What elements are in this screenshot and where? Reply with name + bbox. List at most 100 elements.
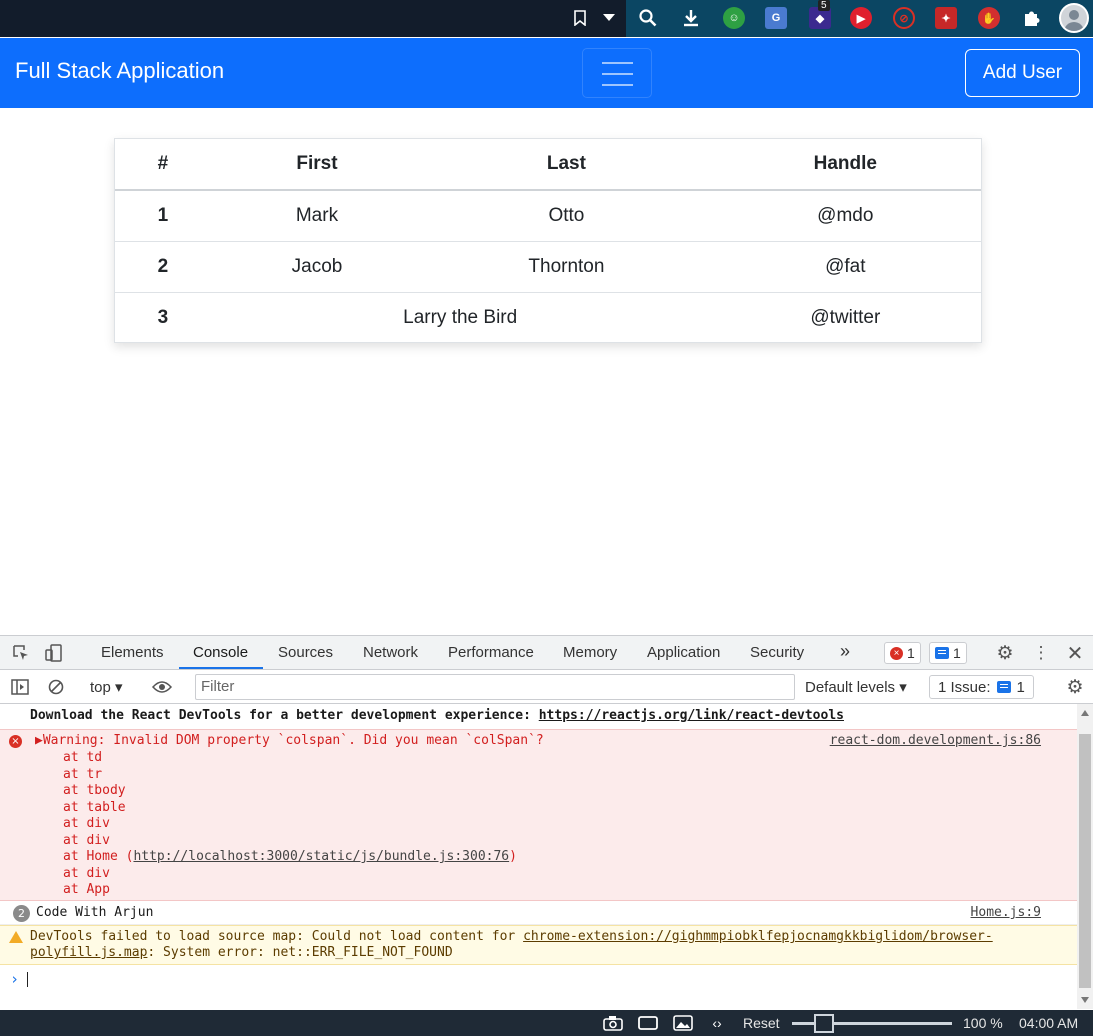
puzzle-icon[interactable] <box>1019 5 1045 31</box>
address-bar-area <box>0 0 626 37</box>
cell-handle: @fat <box>825 255 866 277</box>
dropdown-arrow-icon: ▾ <box>115 679 123 696</box>
cell-handle: @twitter <box>810 306 881 328</box>
download-icon[interactable] <box>678 5 704 31</box>
console-scrollbar[interactable] <box>1077 704 1093 1009</box>
warn-suffix: : System error: net::ERR_FILE_NOT_FOUND <box>147 945 453 960</box>
profile-avatar[interactable] <box>1059 3 1089 33</box>
stack-frame: at App <box>63 882 110 897</box>
bookmark-icon[interactable] <box>567 5 593 31</box>
error-source-link[interactable]: react-dom.development.js:86 <box>830 733 1041 748</box>
console-warning-message: DevTools failed to load source map: Coul… <box>0 925 1077 965</box>
expand-triangle-icon: ▶ <box>35 733 43 748</box>
window-icon[interactable] <box>638 1014 658 1032</box>
devtools-panel: Elements Console Sources Network Perform… <box>0 635 1093 1010</box>
warning-icon <box>9 931 23 943</box>
chevron-down-icon[interactable] <box>596 5 622 31</box>
tab-memory[interactable]: Memory <box>563 644 617 661</box>
console-info-message: Download the React DevTools for a better… <box>0 704 1077 728</box>
issues-count: 1 <box>1016 678 1025 696</box>
add-user-button[interactable]: Add User <box>965 49 1080 97</box>
navbar: Full Stack Application Add User <box>0 38 1093 108</box>
col-header-first: First <box>296 153 338 174</box>
zoom-reset-button[interactable]: Reset <box>743 1015 780 1031</box>
navbar-brand[interactable]: Full Stack Application <box>15 58 224 84</box>
error-icon: × <box>890 646 903 660</box>
col-header-number: # <box>157 153 169 174</box>
stack-home-suffix: ) <box>509 849 517 864</box>
camera-icon[interactable] <box>603 1014 623 1032</box>
context-selector[interactable]: top ▾ <box>90 678 123 696</box>
magic-wand-icon[interactable]: ✦ <box>935 7 957 29</box>
row-number: 3 <box>157 306 169 328</box>
scrollbar-thumb[interactable] <box>1079 734 1091 988</box>
navbar-toggler-button[interactable] <box>582 48 652 98</box>
youtube-extension-icon[interactable]: ▶ <box>850 7 872 29</box>
tab-security[interactable]: Security <box>750 644 804 661</box>
error-count-button[interactable]: × 1 <box>884 642 921 664</box>
sidebar-toggle-icon[interactable] <box>9 676 31 698</box>
col-header-handle: Handle <box>813 153 877 174</box>
close-icon[interactable]: ✕ <box>1064 642 1086 665</box>
react-devtools-link[interactable]: https://reactjs.org/link/react-devtools <box>539 708 844 723</box>
col-header-last: Last <box>546 153 586 174</box>
tab-network[interactable]: Network <box>363 644 418 661</box>
default-levels-dropdown[interactable]: Default levels ▾ <box>805 678 907 696</box>
tab-elements[interactable]: Elements <box>101 644 164 661</box>
message-count: 1 <box>953 645 961 661</box>
table-row: 2 Jacob Thornton @fat <box>115 241 981 292</box>
cell-handle: @mdo <box>817 204 874 226</box>
default-levels-label: Default levels <box>805 679 896 696</box>
text-caret <box>27 972 29 987</box>
message-count-button[interactable]: 1 <box>929 642 967 664</box>
tab-console[interactable]: Console <box>193 644 248 661</box>
bundle-link[interactable]: http://localhost:3000/static/js/bundle.j… <box>133 849 509 864</box>
status-bar: ‹› Reset 100 % 04:00 AM <box>0 1010 1093 1036</box>
stack-frame: at td <box>63 750 103 765</box>
active-tab-indicator <box>179 667 263 669</box>
info-text: Download the React DevTools for a better… <box>30 708 539 723</box>
error-stack-trace: at td at tr at tbody at table at div at … <box>63 750 517 899</box>
code-icon[interactable]: ‹› <box>707 1014 727 1032</box>
zoom-slider-thumb[interactable] <box>814 1014 834 1033</box>
row-number: 1 <box>157 204 169 226</box>
scroll-up-arrow-icon[interactable] <box>1081 710 1089 716</box>
log-source-link[interactable]: Home.js:9 <box>971 905 1041 920</box>
clear-console-icon[interactable] <box>45 676 67 698</box>
console-filter-input[interactable]: Filter <box>195 674 795 700</box>
stop-hand-icon[interactable]: ✋ <box>978 7 1000 29</box>
users-table: # First Last Handle 1 Mark Otto @mdo 2 J… <box>115 139 981 343</box>
issues-button[interactable]: 1 Issue: 1 <box>929 675 1034 699</box>
stack-frame-home: at Home (http://localhost:3000/static/js… <box>63 849 517 866</box>
inspect-element-icon[interactable] <box>10 642 32 664</box>
more-tabs-button[interactable]: » <box>840 641 850 662</box>
gear-icon[interactable]: ⚙ <box>994 642 1016 664</box>
browser-toolbar: ☺ G ◆ 5 ▶ ⊘ ✦ ✋ <box>0 0 1093 37</box>
scroll-down-arrow-icon[interactable] <box>1081 997 1089 1003</box>
error-header[interactable]: ▶Warning: Invalid DOM property `colspan`… <box>35 733 544 748</box>
console-prompt-input[interactable]: › <box>0 968 1077 992</box>
google-translate-icon[interactable]: G <box>765 7 787 29</box>
search-icon[interactable] <box>635 5 661 31</box>
image-icon[interactable] <box>673 1014 693 1032</box>
prompt-chevron-icon: › <box>10 970 20 988</box>
green-extension-icon[interactable]: ☺ <box>723 7 745 29</box>
console-log-message: 2 Code With Arjun Home.js:9 <box>0 901 1077 925</box>
stack-frame: at tr <box>63 766 103 782</box>
tab-performance[interactable]: Performance <box>448 644 534 661</box>
console-settings-gear-icon[interactable]: ⚙ <box>1064 676 1086 698</box>
hamburger-icon <box>602 62 633 64</box>
console-toolbar: top ▾ Filter Default levels ▾ 1 Issue: 1… <box>0 670 1093 704</box>
blocked-extension-icon[interactable]: ⊘ <box>893 7 915 29</box>
tab-application[interactable]: Application <box>647 644 720 661</box>
cell-last: Otto <box>548 204 585 226</box>
users-table-card: # First Last Handle 1 Mark Otto @mdo 2 J… <box>114 138 982 343</box>
eye-icon[interactable] <box>151 676 173 698</box>
device-toolbar-icon[interactable] <box>43 642 65 664</box>
console-output: Download the React DevTools for a better… <box>0 704 1077 1009</box>
stack-frame: at div <box>63 816 110 831</box>
tab-sources[interactable]: Sources <box>278 644 333 661</box>
kebab-menu-icon[interactable]: ⋮ <box>1030 642 1052 664</box>
console-error-message: × ▶Warning: Invalid DOM property `colspa… <box>0 729 1077 901</box>
error-text: Warning: Invalid DOM property `colspan`.… <box>42 733 544 748</box>
